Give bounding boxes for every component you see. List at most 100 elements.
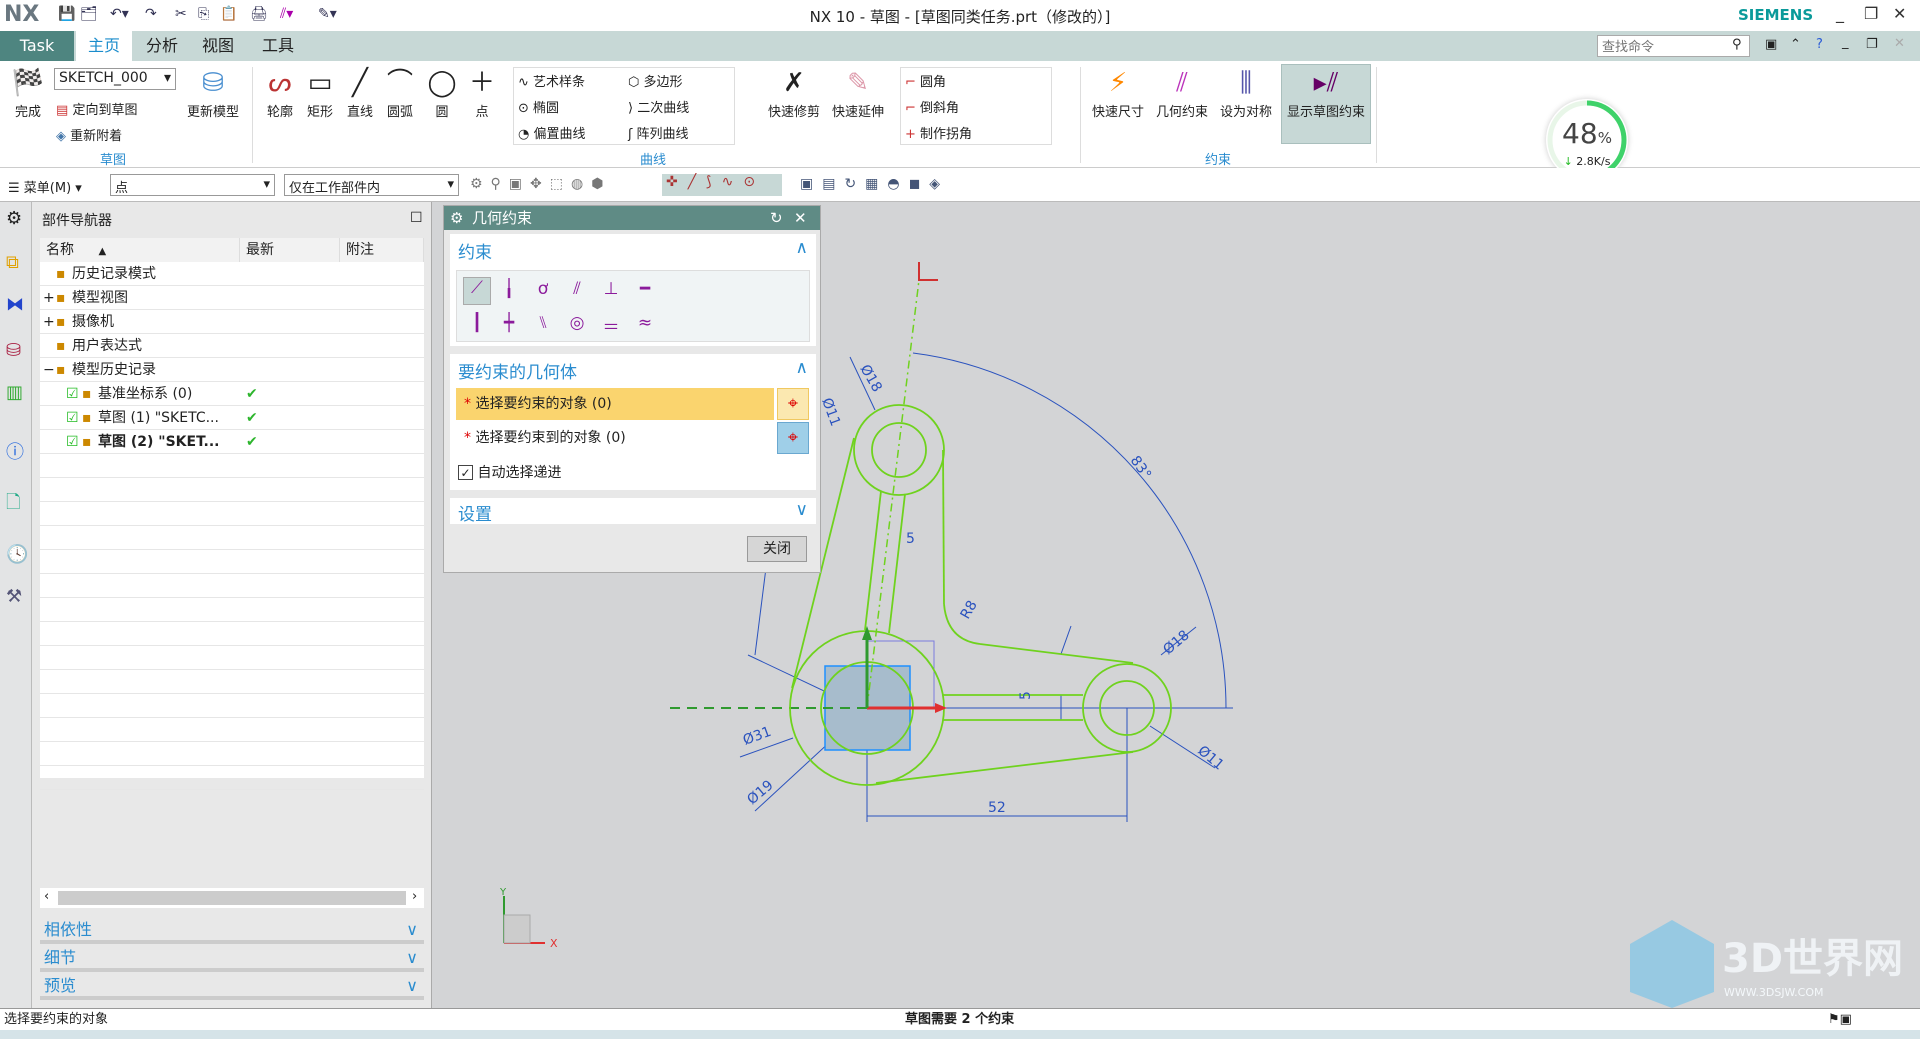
minimize-icon[interactable]: _ bbox=[1836, 4, 1844, 23]
dim-label[interactable]: 83° bbox=[1127, 453, 1154, 483]
make-corner-button[interactable]: + 制作拐角 bbox=[905, 123, 972, 142]
select-target-crosshair-button[interactable]: ⌖ bbox=[777, 422, 809, 454]
settings-section[interactable]: 设置 ∨ bbox=[450, 498, 816, 525]
section-preview[interactable]: 预览 ∨ bbox=[40, 974, 424, 1000]
doc-close-icon[interactable]: ✕ bbox=[1894, 36, 1905, 51]
checkbox-checked-icon[interactable]: ✓ bbox=[458, 465, 473, 480]
search-icon[interactable]: ⚲ bbox=[1732, 37, 1742, 52]
cut-icon[interactable]: ✂ bbox=[175, 6, 187, 22]
info-icon[interactable]: ⓘ bbox=[6, 438, 24, 464]
dim-label[interactable]: 5 bbox=[1018, 691, 1034, 700]
collinear-icon[interactable]: ⑊ bbox=[529, 313, 557, 333]
quick-extend-button[interactable]: ✎ 快速延伸 bbox=[828, 65, 888, 120]
dim-label[interactable]: Ø18 bbox=[1160, 627, 1192, 658]
column-header-name[interactable]: 名称 ▲ bbox=[40, 238, 240, 262]
concentric-icon[interactable]: ◎ bbox=[563, 313, 591, 333]
part-navigator-icon[interactable]: ⛁ bbox=[6, 340, 21, 361]
select-target-row[interactable]: * 选择要约束到的对象 (0) bbox=[456, 422, 774, 454]
geometry-section-title[interactable]: 要约束的几何体 bbox=[458, 358, 577, 383]
menu-button[interactable]: ☰ 菜单(M) ▾ bbox=[8, 177, 82, 196]
dim-label[interactable]: Ø19 bbox=[744, 777, 776, 808]
customize-icon[interactable]: ✎▾ bbox=[318, 6, 337, 22]
offset-curve-button[interactable]: ◔ 偏置曲线 bbox=[518, 123, 586, 142]
reattach-button[interactable]: ◈ 重新附着 bbox=[56, 125, 122, 144]
redo-icon[interactable]: ↷ bbox=[145, 6, 157, 22]
settings-icon[interactable]: ⚙ bbox=[6, 208, 22, 229]
midpoint-icon[interactable]: ┿ bbox=[495, 313, 523, 333]
circle-button[interactable]: ◯ 圆 bbox=[424, 65, 460, 120]
perpendicular-icon[interactable]: ⊥ bbox=[597, 279, 625, 299]
finish-sketch-button[interactable]: 🏁 完成 bbox=[8, 65, 48, 120]
chamfer-button[interactable]: ⌐ 倒斜角 bbox=[905, 97, 959, 116]
column-header-notes[interactable]: 附注 bbox=[340, 238, 424, 262]
checkbox-checked-icon[interactable]: ☑ bbox=[66, 406, 79, 430]
snap-point-tools[interactable]: ⚙⚲▣✥⬚◍⬢ bbox=[470, 176, 611, 192]
vertical-icon[interactable]: ┃ bbox=[463, 313, 491, 333]
coincident-icon[interactable]: ⟋ bbox=[463, 277, 491, 305]
show-sketch-constraints-button[interactable]: ▸⫽ 显示草图约束 bbox=[1281, 64, 1371, 144]
horizontal-scrollbar[interactable]: ‹ › bbox=[40, 888, 424, 908]
collapse-ribbon-icon[interactable]: ⌃ bbox=[1790, 37, 1801, 52]
snap-toggles[interactable]: ✜╱⟆∿⊙ bbox=[662, 174, 782, 196]
ellipse-button[interactable]: ⊙ 椭圆 bbox=[518, 97, 559, 116]
point-button[interactable]: ＋点 bbox=[464, 65, 500, 120]
tree-node[interactable]: + ▪ 模型视图 bbox=[40, 286, 424, 310]
tangent-icon[interactable]: ơ bbox=[529, 279, 557, 299]
section-details[interactable]: 细节 ∨ bbox=[40, 946, 424, 972]
geometric-constraints-button[interactable]: ⫽ 几何约束 bbox=[1152, 65, 1212, 120]
doc-restore-icon[interactable]: ❐ bbox=[1866, 37, 1878, 52]
print-icon[interactable]: 🖨 bbox=[250, 6, 268, 22]
tab-task[interactable]: Task bbox=[0, 31, 74, 61]
assembly-navigator-icon[interactable]: ⧉ bbox=[6, 252, 19, 273]
dim-label[interactable]: 5 bbox=[906, 531, 915, 547]
dim-label[interactable]: Ø31 bbox=[741, 724, 774, 749]
tree-node[interactable]: + ▪ 摄像机 bbox=[40, 310, 424, 334]
orient-to-sketch-button[interactable]: ▤ 定向到草图 bbox=[56, 99, 137, 118]
selection-scope-dropdown[interactable]: 仅在工作部件内 ▾ bbox=[284, 174, 459, 196]
select-object-crosshair-button[interactable]: ⌖ bbox=[777, 388, 809, 420]
doc-minimize-icon[interactable]: _ bbox=[1842, 35, 1849, 50]
constraint-icon[interactable]: ⫽▾ bbox=[280, 6, 293, 22]
constraint-navigator-icon[interactable]: ⧓ bbox=[6, 294, 24, 315]
dim-label[interactable]: Ø11 bbox=[818, 396, 843, 429]
undo-icon[interactable]: ↶▾ bbox=[110, 6, 129, 22]
equal-length-icon[interactable]: ＝ bbox=[597, 313, 625, 338]
conic-button[interactable]: ⟩ 二次曲线 bbox=[628, 97, 689, 116]
scroll-right-icon[interactable]: › bbox=[412, 889, 417, 904]
reset-icon[interactable]: ↻ bbox=[770, 206, 783, 230]
parallel-icon[interactable]: ⫽ bbox=[563, 279, 591, 299]
section-dependencies[interactable]: 相依性 ∨ bbox=[40, 918, 424, 944]
chevron-up-icon[interactable]: ∧ bbox=[796, 238, 808, 258]
horizontal-icon[interactable]: ━ bbox=[631, 279, 659, 299]
tree-node[interactable]: ☑ ▪ 基准坐标系 (0) ✔ bbox=[40, 382, 424, 406]
line-button[interactable]: ╱ 直线 bbox=[342, 65, 378, 120]
expand-toggle-icon[interactable]: + bbox=[43, 286, 55, 310]
save-all-icon[interactable]: 🗂 bbox=[80, 6, 98, 22]
help-icon[interactable]: ? bbox=[1816, 37, 1823, 52]
profile-button[interactable]: ᔕ 轮廓 bbox=[262, 65, 298, 120]
studio-spline-button[interactable]: ∿ 艺术样条 bbox=[518, 71, 585, 90]
dim-label[interactable]: R8 bbox=[958, 598, 981, 622]
fit-icon[interactable]: ▣ bbox=[1765, 37, 1777, 52]
fillet-button[interactable]: ⌐ 圆角 bbox=[905, 71, 946, 90]
dialog-close-icon[interactable]: ✕ bbox=[794, 206, 807, 230]
rectangle-button[interactable]: ▭ 矩形 bbox=[302, 65, 338, 120]
constraint-section-title[interactable]: 约束 bbox=[458, 238, 492, 263]
tab-home[interactable]: 主页 bbox=[76, 31, 133, 61]
chevron-down-icon[interactable]: ∨ bbox=[796, 500, 808, 520]
checkbox-checked-icon[interactable]: ☑ bbox=[66, 430, 79, 454]
dim-label[interactable]: 52 bbox=[988, 800, 1006, 816]
pattern-curve-button[interactable]: ʃ 阵列曲线 bbox=[628, 123, 689, 142]
tree-node[interactable]: ☑ ▪ 草图 (2) "SKET... ✔ bbox=[40, 430, 424, 454]
quick-trim-button[interactable]: ✗ 快速修剪 bbox=[764, 65, 824, 120]
tab-tools[interactable]: 工具 bbox=[250, 31, 306, 61]
dim-label[interactable]: Ø18 bbox=[857, 362, 885, 395]
point-on-curve-icon[interactable]: ╽ bbox=[495, 279, 523, 299]
web-browser-icon[interactable]: 🗋 bbox=[6, 490, 20, 520]
equal-radius-icon[interactable]: ≈ bbox=[631, 313, 659, 333]
tab-view[interactable]: 视图 bbox=[190, 31, 246, 61]
copy-icon[interactable]: ⎘ bbox=[198, 6, 209, 22]
sketch-name-dropdown[interactable]: SKETCH_000 ▾ bbox=[54, 68, 176, 90]
type-filter-dropdown[interactable]: 点 ▾ bbox=[110, 174, 275, 196]
arc-button[interactable]: ⌒ 圆弧 bbox=[382, 65, 418, 120]
